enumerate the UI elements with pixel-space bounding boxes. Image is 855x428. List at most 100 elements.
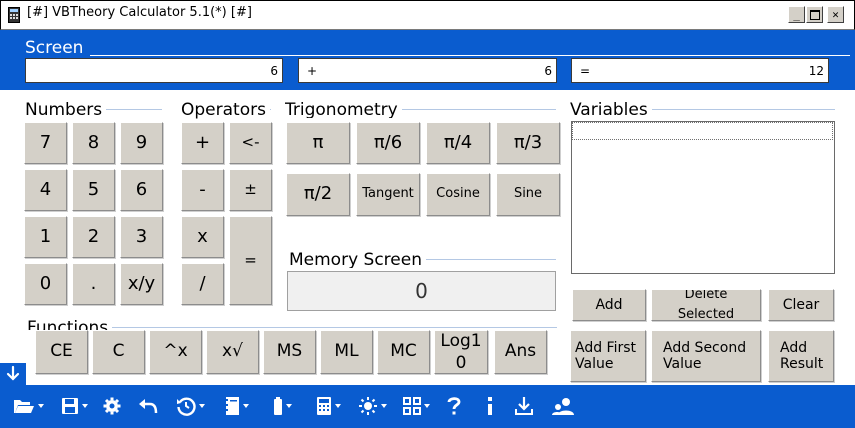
memory-store-button[interactable]: MS: [263, 330, 316, 374]
number-4-button[interactable]: 4: [24, 169, 67, 211]
undo-button[interactable]: [136, 392, 160, 420]
operators-group-label: Operators: [181, 100, 270, 120]
notebook-icon: [223, 397, 239, 415]
memory-load-button[interactable]: ML: [320, 330, 373, 374]
pi-over-2-button[interactable]: π/2: [286, 173, 350, 216]
minus-button[interactable]: -: [181, 169, 224, 211]
help-button[interactable]: [442, 392, 466, 420]
calculator-dropdown-caret: [334, 404, 341, 408]
divide-button[interactable]: /: [181, 263, 224, 305]
save-dropdown-caret: [81, 404, 88, 408]
sine-button[interactable]: Sine: [496, 173, 560, 216]
collapse-panel[interactable]: [0, 363, 26, 385]
arrow-down-icon: [6, 365, 20, 381]
clear-entry-button[interactable]: CE: [35, 330, 88, 374]
close-icon: ✕: [832, 8, 839, 21]
variables-list-item[interactable]: [572, 122, 833, 140]
reciprocal-button[interactable]: x/y: [120, 263, 163, 305]
notes-dropdown-caret: [242, 404, 249, 408]
number-6-button[interactable]: 6: [120, 169, 163, 211]
memory-screen[interactable]: 0: [287, 271, 556, 311]
delete-selected-button[interactable]: Delete Selected: [651, 289, 761, 321]
download-button[interactable]: [512, 392, 536, 420]
save-icon: [61, 398, 78, 414]
power-dropdown-caret: [285, 404, 292, 408]
help-icon: [447, 397, 461, 415]
log10-button[interactable]: Log10: [434, 330, 488, 374]
variables-list[interactable]: [571, 121, 835, 274]
display-operator: +: [307, 64, 318, 78]
download-icon: [515, 397, 533, 415]
power-status-button[interactable]: [262, 392, 302, 420]
number-0-button[interactable]: 0: [24, 263, 67, 305]
decimal-point-button[interactable]: .: [72, 263, 115, 305]
number-8-button[interactable]: 8: [72, 122, 115, 164]
layout-button[interactable]: [396, 392, 436, 420]
clear-variables-button[interactable]: Clear: [768, 289, 834, 321]
variables-group-label: Variables: [570, 100, 652, 120]
add-variable-button[interactable]: Add: [572, 289, 646, 321]
calculator-icon: [316, 397, 331, 415]
pi-button[interactable]: π: [286, 122, 350, 164]
theme-icon: [358, 397, 377, 415]
grid-icon: [402, 397, 421, 415]
functions-group-label: Functions: [27, 318, 113, 330]
users-icon: [552, 398, 574, 415]
save-button[interactable]: [54, 392, 94, 420]
add-result-button[interactable]: Add Result: [768, 330, 834, 382]
pi-over-6-button[interactable]: π/6: [356, 122, 420, 164]
memory-screen-group-label: Memory Screen: [289, 250, 426, 268]
tangent-button[interactable]: Tangent: [356, 173, 420, 216]
display-first-value-text: 6: [270, 64, 278, 78]
battery-icon: [273, 397, 282, 415]
plus-minus-button[interactable]: ±: [229, 169, 272, 211]
number-3-button[interactable]: 3: [120, 216, 163, 258]
app-icon: [8, 7, 20, 23]
add-second-value-button[interactable]: Add Second Value: [651, 330, 761, 382]
add-first-value-button[interactable]: Add First Value: [570, 330, 646, 382]
power-button[interactable]: ^x: [149, 330, 202, 374]
trigonometry-group-label: Trigonometry: [285, 100, 402, 118]
info-button[interactable]: [478, 392, 502, 420]
folder-open-icon: [13, 400, 34, 413]
plus-button[interactable]: +: [181, 122, 224, 164]
display-result-text: 12: [808, 64, 824, 78]
settings-button[interactable]: [100, 392, 124, 420]
close-button[interactable]: ✕: [827, 6, 844, 23]
number-9-button[interactable]: 9: [120, 122, 163, 164]
pi-over-3-button[interactable]: π/3: [496, 122, 560, 164]
number-7-button[interactable]: 7: [24, 122, 67, 164]
multiply-button[interactable]: x: [181, 216, 224, 258]
calculator-mode-button[interactable]: [308, 392, 348, 420]
display-second-value-text: 6: [544, 64, 552, 78]
display-result[interactable]: = 12: [571, 58, 829, 83]
theme-button[interactable]: [352, 392, 392, 420]
display-second-value[interactable]: + 6: [298, 58, 557, 83]
notes-button[interactable]: [216, 392, 256, 420]
open-dropdown-caret: [37, 404, 44, 408]
info-icon: [488, 397, 492, 415]
numbers-group-label: Numbers: [25, 100, 107, 120]
number-2-button[interactable]: 2: [72, 216, 115, 258]
screen-label: Screen: [25, 38, 84, 58]
layout-dropdown-caret: [423, 404, 430, 408]
theme-dropdown-caret: [380, 404, 387, 408]
number-1-button[interactable]: 1: [24, 216, 67, 258]
answer-button[interactable]: Ans: [494, 330, 547, 374]
cosine-button[interactable]: Cosine: [426, 173, 490, 216]
root-button[interactable]: x√: [206, 330, 259, 374]
open-button[interactable]: [8, 392, 48, 420]
maximize-button[interactable]: [806, 6, 823, 23]
pi-over-4-button[interactable]: π/4: [426, 122, 490, 164]
backspace-button[interactable]: <-: [229, 122, 272, 164]
history-dropdown-caret: [198, 404, 205, 408]
clear-button[interactable]: C: [92, 330, 145, 374]
number-5-button[interactable]: 5: [72, 169, 115, 211]
display-first-value[interactable]: 6: [25, 58, 283, 83]
equals-button[interactable]: =: [229, 216, 272, 305]
memory-clear-button[interactable]: MC: [377, 330, 430, 374]
history-button[interactable]: [170, 392, 210, 420]
maximize-icon: [809, 9, 820, 20]
minimize-button[interactable]: _: [788, 6, 805, 23]
users-button[interactable]: [550, 392, 576, 420]
